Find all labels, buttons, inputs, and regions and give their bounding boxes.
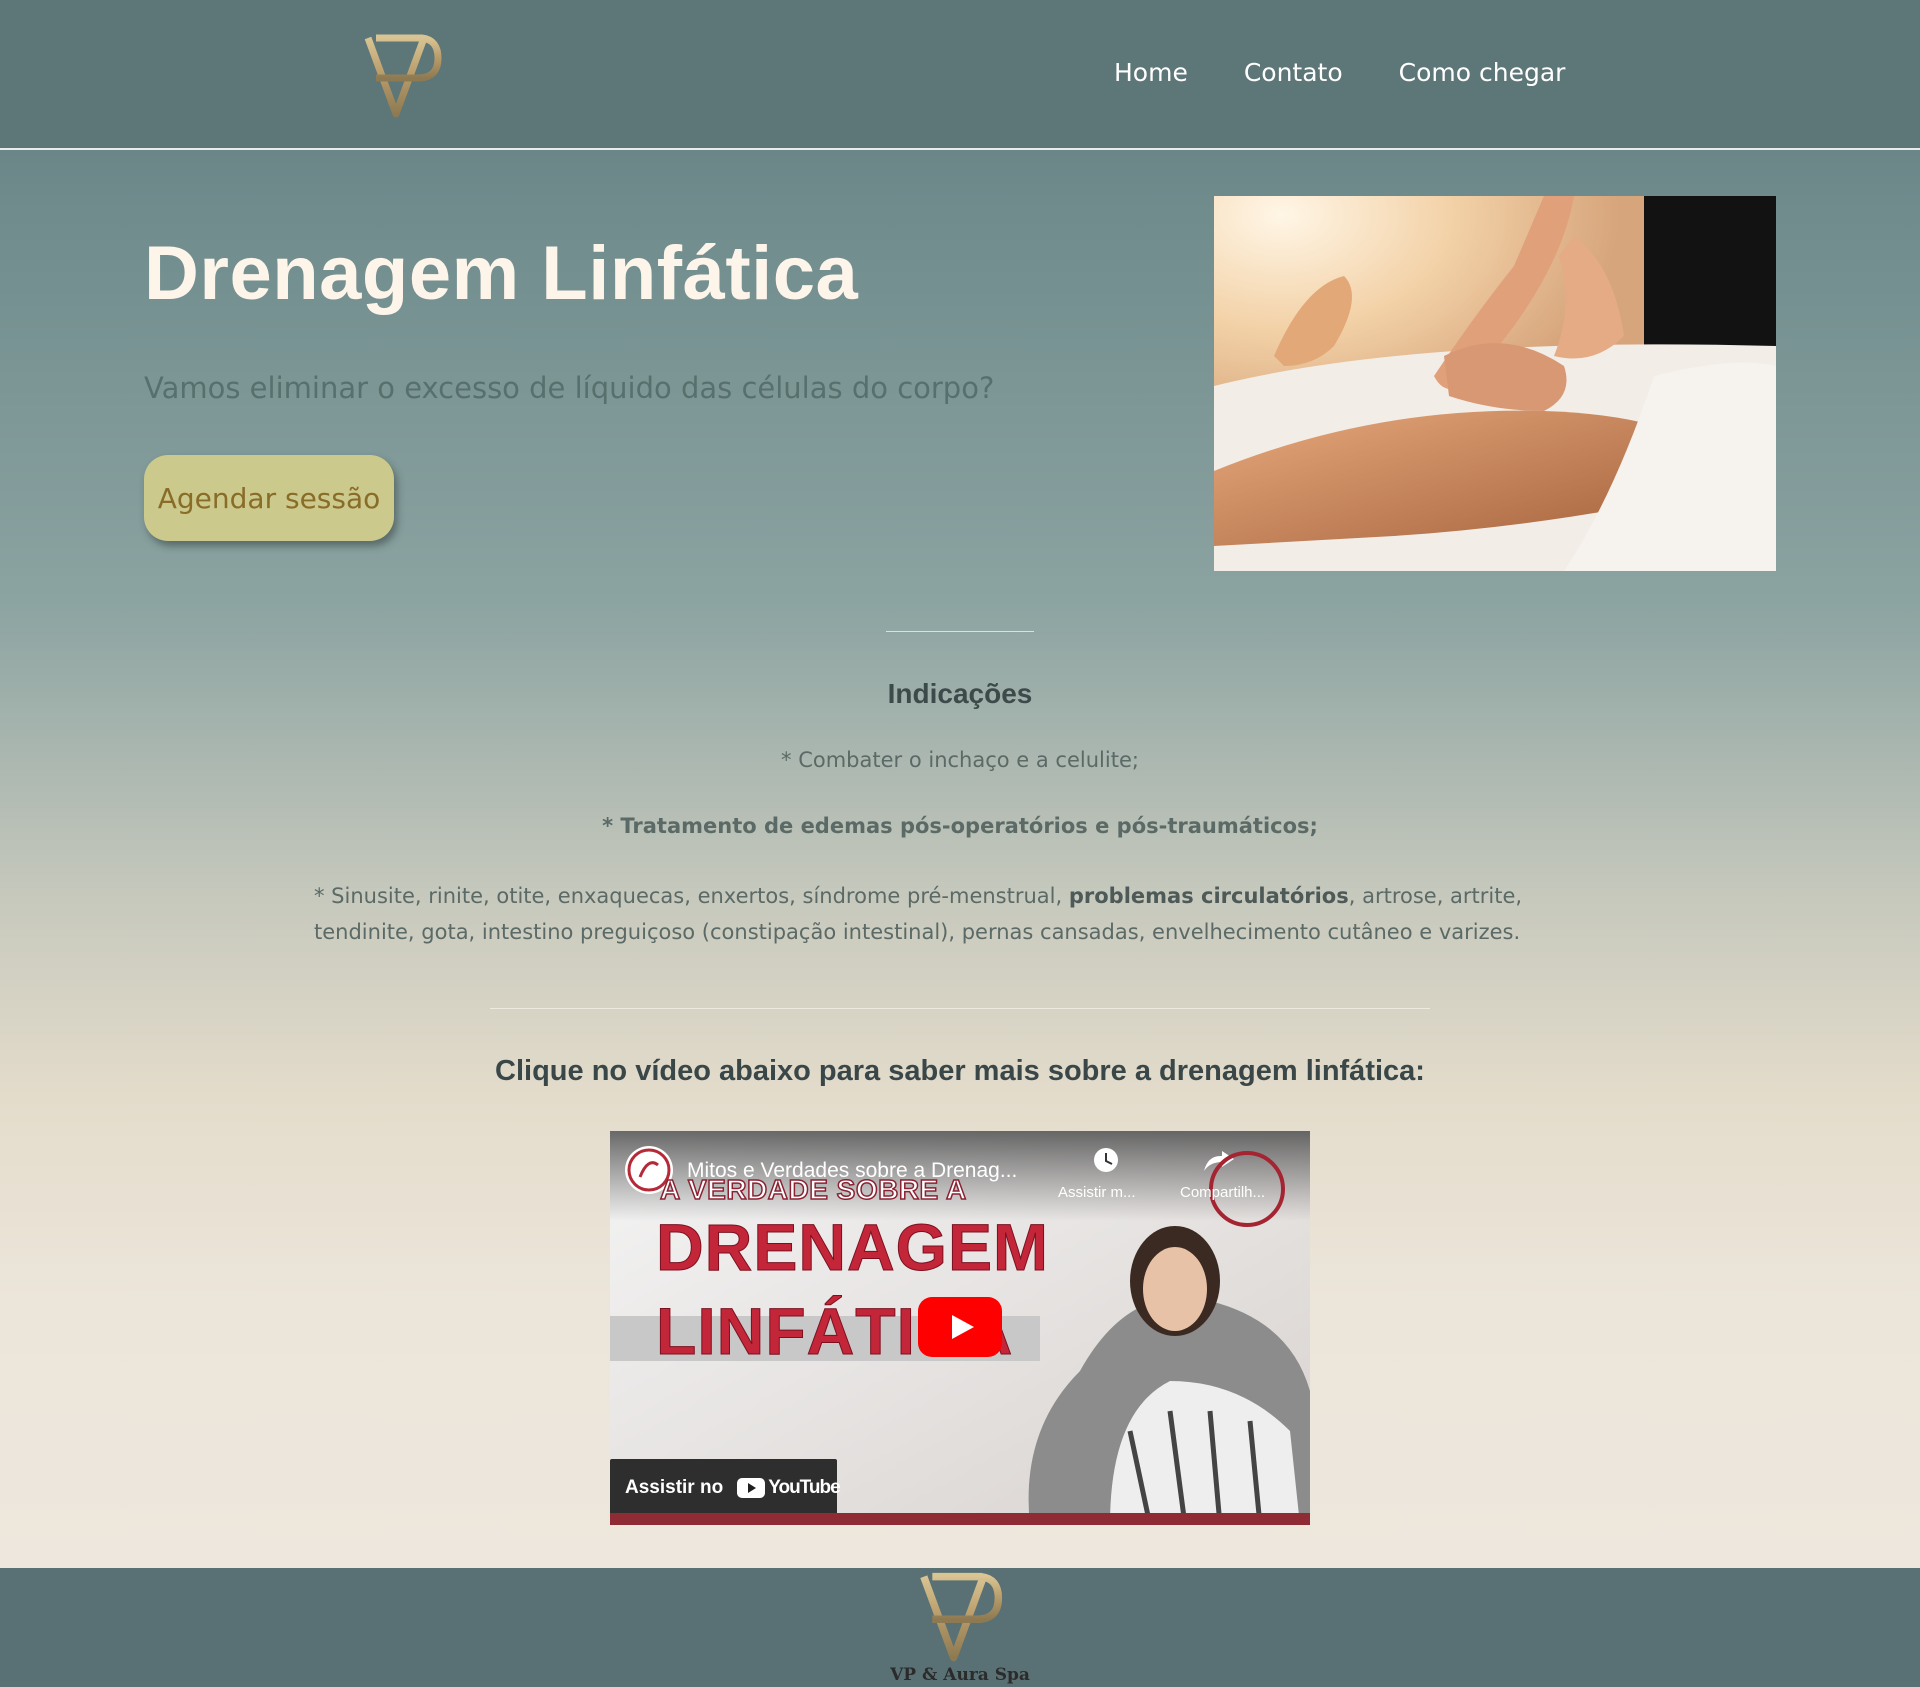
- thumbnail-heading: A VERDADE SOBRE A: [659, 1173, 967, 1206]
- section-divider: [886, 631, 1034, 632]
- thumbnail-title: DRENAGEM: [655, 1210, 1050, 1285]
- watch-on-label: Assistir no: [625, 1477, 724, 1498]
- indication-bold-text: problemas circulatórios: [1068, 884, 1349, 908]
- nav-contato-link[interactable]: Contato: [1244, 58, 1343, 87]
- indications-title: Indicações: [887, 678, 1033, 709]
- massage-photo: [1214, 196, 1776, 571]
- site-header: Home Contato Como chegar: [0, 0, 1920, 150]
- nav-home-link[interactable]: Home: [1114, 58, 1188, 87]
- schedule-session-button[interactable]: Agendar sessão: [144, 455, 394, 541]
- footer-brand-name: VP & Aura Spa: [890, 1665, 1030, 1685]
- share-button[interactable]: Compartilh...: [1180, 1184, 1265, 1201]
- indication-item: * Tratamento de edemas pós-operatórios e…: [602, 814, 1318, 838]
- main-nav: Home Contato Como chegar: [1114, 58, 1621, 87]
- watch-later-button[interactable]: Assistir m...: [1058, 1184, 1136, 1201]
- vp-logo-icon[interactable]: [362, 28, 442, 120]
- page-title: Drenagem Linfática: [144, 231, 859, 316]
- youtube-wordmark: YouTube: [768, 1477, 840, 1498]
- watch-on-youtube-button[interactable]: Assistir no YouTube: [610, 1459, 841, 1517]
- indication-item: * Combater o inchaço e a celulite;: [781, 748, 1139, 772]
- nav-como-chegar-link[interactable]: Como chegar: [1399, 58, 1566, 87]
- youtube-video-embed[interactable]: Mitos e Verdades sobre a Drenag... A VER…: [610, 1131, 1310, 1525]
- play-button-icon[interactable]: [918, 1297, 1002, 1357]
- video-progress-bar: [610, 1513, 1310, 1525]
- vp-logo-icon: [920, 1572, 1003, 1662]
- section-divider: [490, 1008, 1430, 1009]
- youtube-logo-icon: YouTube: [737, 1477, 841, 1499]
- indication-text: * Sinusite, rinite, otite, enxaquecas, e…: [314, 884, 1069, 908]
- indication-paragraph: * Sinusite, rinite, otite, enxaquecas, e…: [314, 878, 1614, 950]
- video-caption: Clique no vídeo abaixo para saber mais s…: [495, 1055, 1425, 1087]
- hero-subtitle: Vamos eliminar o excesso de líquido das …: [144, 371, 995, 405]
